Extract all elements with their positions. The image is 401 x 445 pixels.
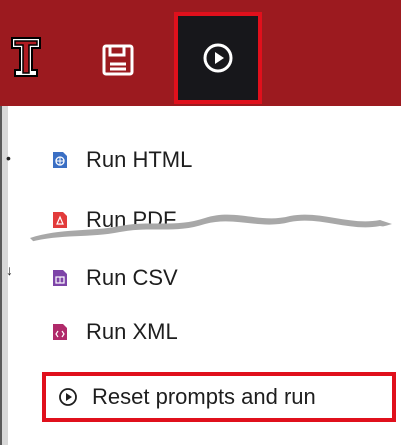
menu-item-label: Run HTML	[86, 147, 193, 172]
play-circle-icon	[59, 388, 77, 406]
run-button[interactable]	[174, 12, 262, 104]
torn-edge-overlay	[30, 214, 392, 259]
page-edge-line	[0, 106, 2, 445]
university-logo-icon	[10, 36, 42, 78]
toolbar	[0, 0, 401, 106]
csv-file-icon	[53, 270, 67, 286]
save-icon	[102, 44, 134, 76]
menu-item-run-xml[interactable]: Run XML	[14, 310, 401, 354]
menu-item-reset-prompts-and-run[interactable]: Reset prompts and run	[42, 372, 396, 422]
xml-file-icon	[53, 324, 67, 340]
edge-marker: •	[6, 150, 11, 166]
run-menu: Run HTML Run PDF Run CSV Run XML Reset p…	[14, 106, 401, 445]
menu-item-run-html[interactable]: Run HTML	[14, 138, 401, 182]
menu-item-label: Run CSV	[86, 265, 178, 290]
play-circle-icon	[203, 43, 233, 73]
html-file-icon	[53, 152, 67, 168]
save-button[interactable]	[98, 40, 138, 80]
menu-item-label: Reset prompts and run	[92, 384, 316, 409]
menu-item-label: Run XML	[86, 319, 178, 344]
